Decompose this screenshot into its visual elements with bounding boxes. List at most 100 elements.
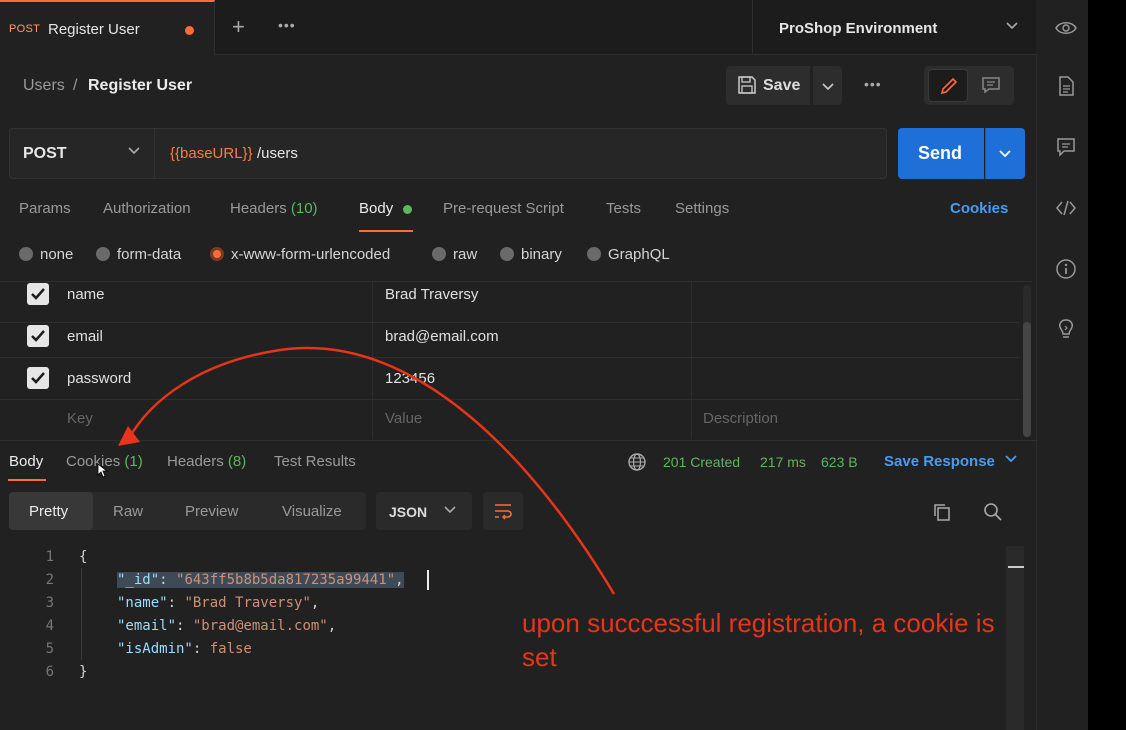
radio-form-data[interactable] xyxy=(96,247,110,261)
line-number: 6 xyxy=(45,664,54,680)
table-scrollbar-thumb[interactable] xyxy=(1023,322,1031,437)
code-key: "isAdmin" xyxy=(117,641,193,657)
radio-raw[interactable] xyxy=(432,247,446,261)
cookies-link[interactable]: Cookies xyxy=(950,200,1008,217)
view-visualize-button[interactable]: Visualize xyxy=(282,503,342,520)
radio-label-form-data[interactable]: form-data xyxy=(117,246,181,263)
view-pretty-label[interactable]: Pretty xyxy=(29,503,68,520)
unsaved-dot-icon xyxy=(185,26,194,35)
mouse-pointer-icon xyxy=(96,463,109,484)
line-number: 1 xyxy=(45,549,54,565)
page-title[interactable]: Register User xyxy=(88,77,192,95)
code-comma: , xyxy=(310,595,320,611)
response-tab-headers[interactable]: Headers (8) xyxy=(167,453,246,470)
code-open-brace: { xyxy=(79,549,88,565)
value-placeholder[interactable]: Value xyxy=(385,410,422,427)
request-more-icon[interactable]: ••• xyxy=(864,76,882,92)
row-value[interactable]: brad@email.com xyxy=(385,328,499,345)
response-status[interactable]: 201 Created xyxy=(663,454,740,470)
column-divider xyxy=(372,281,373,439)
response-tab-cookies-count: (1) xyxy=(124,453,143,470)
tab-headers-count: (10) xyxy=(290,200,318,217)
request-tab-title[interactable]: Register User xyxy=(48,21,140,38)
code-line[interactable]: "email": "brad@email.com", xyxy=(117,618,336,634)
code-line[interactable]: "_id": "643ff5b8b5da817235a99441", xyxy=(117,572,404,588)
new-tab-plus-icon[interactable]: + xyxy=(232,14,245,40)
code-value: "643ff5b8b5da817235a99441" xyxy=(176,572,396,588)
code-value: false xyxy=(209,641,252,657)
send-options-button[interactable] xyxy=(985,128,1025,179)
copy-icon[interactable] xyxy=(932,502,952,527)
row-checkbox[interactable] xyxy=(27,283,49,305)
code-line[interactable]: "isAdmin": false xyxy=(117,641,252,657)
row-checkbox[interactable] xyxy=(27,367,49,389)
pencil-icon xyxy=(940,77,958,95)
response-divider[interactable] xyxy=(0,440,1036,441)
radio-label-binary[interactable]: binary xyxy=(521,246,562,263)
radio-label-urlencoded[interactable]: x-www-form-urlencoded xyxy=(231,246,390,263)
code-key: "email" xyxy=(117,618,177,634)
view-raw-button[interactable]: Raw xyxy=(113,503,143,520)
tab-body[interactable]: Body xyxy=(359,200,393,217)
tab-prerequest-script[interactable]: Pre-request Script xyxy=(443,200,564,217)
radio-urlencoded[interactable] xyxy=(210,247,224,261)
response-tab-cookies-label: Cookies xyxy=(66,453,121,470)
table-row xyxy=(0,358,1020,400)
save-button-label: Save xyxy=(763,77,801,94)
response-tab-test-results[interactable]: Test Results xyxy=(274,453,356,470)
tab-options-more-icon[interactable]: ••• xyxy=(278,17,296,33)
row-key[interactable]: password xyxy=(67,370,131,387)
radio-label-graphql[interactable]: GraphQL xyxy=(608,246,670,263)
tab-authorization[interactable]: Authorization xyxy=(103,200,191,217)
info-icon[interactable] xyxy=(1055,258,1077,280)
edit-mode-button[interactable] xyxy=(928,69,968,102)
wrap-lines-button[interactable] xyxy=(483,492,523,530)
line-number: 4 xyxy=(45,618,54,634)
documentation-icon[interactable] xyxy=(1055,75,1077,97)
globe-icon[interactable] xyxy=(627,452,647,477)
search-icon[interactable] xyxy=(983,502,1003,527)
editor-scroll-marker xyxy=(1008,566,1024,568)
row-value[interactable]: 123456 xyxy=(385,370,435,387)
response-tab-body[interactable]: Body xyxy=(9,453,43,470)
tab-params[interactable]: Params xyxy=(19,200,71,217)
eye-icon[interactable] xyxy=(1055,18,1077,43)
chevron-down-icon xyxy=(822,83,834,91)
description-placeholder[interactable]: Description xyxy=(703,410,778,427)
format-value: JSON xyxy=(389,504,428,520)
key-placeholder[interactable]: Key xyxy=(67,410,93,427)
tab-settings[interactable]: Settings xyxy=(675,200,729,217)
response-time[interactable]: 217 ms xyxy=(760,454,806,470)
row-checkbox[interactable] xyxy=(27,325,49,347)
environment-selector[interactable]: ProShop Environment xyxy=(752,0,1036,55)
save-options-button[interactable] xyxy=(812,66,842,105)
code-key: "_id" xyxy=(117,572,160,588)
radio-graphql[interactable] xyxy=(587,247,601,261)
code-colon: : xyxy=(159,572,177,588)
code-colon: : xyxy=(192,641,210,657)
tab-headers-label: Headers xyxy=(230,200,287,217)
radio-label-none[interactable]: none xyxy=(40,246,73,263)
row-value[interactable]: Brad Traversy xyxy=(385,286,478,303)
chevron-down-icon[interactable] xyxy=(1004,451,1018,468)
save-response-button[interactable]: Save Response xyxy=(884,453,995,470)
comment-mode-icon[interactable] xyxy=(981,76,1001,99)
table-row xyxy=(0,316,1020,358)
row-key[interactable]: name xyxy=(67,286,105,303)
response-size[interactable]: 623 B xyxy=(821,454,858,470)
radio-binary[interactable] xyxy=(500,247,514,261)
tab-tests[interactable]: Tests xyxy=(606,200,641,217)
breadcrumb-parent[interactable]: Users xyxy=(23,77,65,95)
view-preview-button[interactable]: Preview xyxy=(185,503,238,520)
tab-headers[interactable]: Headers (10) xyxy=(230,200,318,217)
comments-icon[interactable] xyxy=(1055,136,1077,158)
row-key[interactable]: email xyxy=(67,328,103,345)
radio-label-raw[interactable]: raw xyxy=(453,246,477,263)
code-line[interactable]: "name": "Brad Traversy", xyxy=(117,595,319,611)
code-icon[interactable] xyxy=(1055,197,1077,219)
radio-none[interactable] xyxy=(19,247,33,261)
lightbulb-icon[interactable] xyxy=(1055,318,1077,340)
active-tab-indicator xyxy=(8,479,46,481)
active-tab-indicator xyxy=(359,230,413,232)
breadcrumb-separator: / xyxy=(73,77,78,94)
